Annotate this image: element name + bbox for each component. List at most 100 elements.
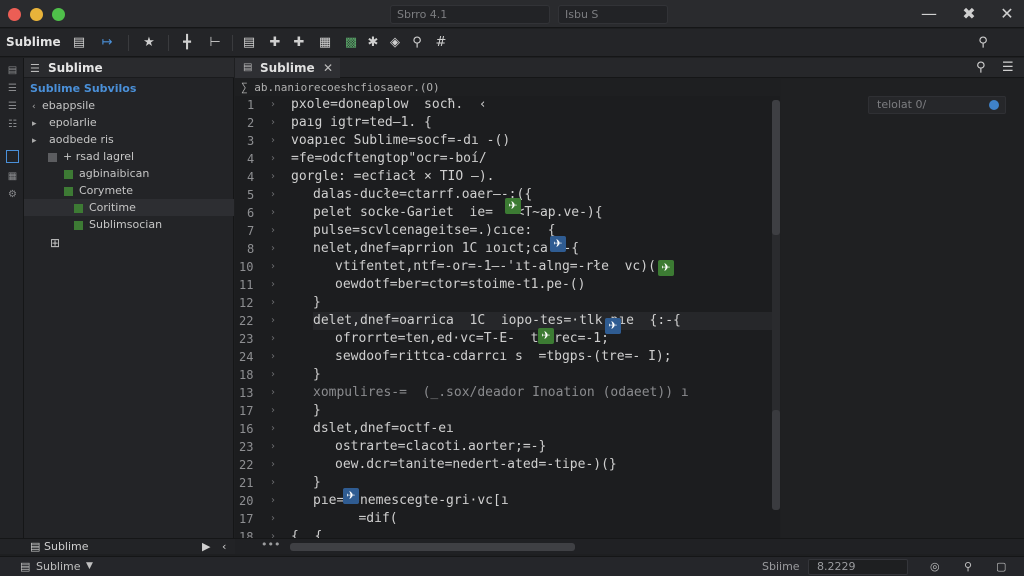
code-line[interactable]: paıg igtr=ted—1. { — [291, 114, 432, 132]
status-left-label[interactable]: Sublime — [36, 557, 81, 576]
close-window-button[interactable] — [8, 8, 21, 21]
add-folder-icon[interactable]: ⊞ — [50, 235, 260, 252]
code-line[interactable]: oew.dcr=tanite=nedert-ated=-tipe-)(} — [335, 456, 617, 474]
fold-marker-icon[interactable]: › — [271, 477, 275, 488]
tree-item[interactable]: ▸ aodbede ris — [32, 131, 242, 148]
close-tab-icon[interactable]: ✕ — [323, 58, 333, 78]
code-editor[interactable]: 1 2 3 4 4 5 6 7 8 10 11 12 22 23 24 18 13 17 16 23 22 21 20 17 1… — [235, 96, 780, 544]
code-line[interactable]: dslet,dnef=octf-eı — [313, 420, 454, 438]
fold-marker-icon[interactable]: › — [271, 315, 275, 326]
fold-marker-icon[interactable]: › — [271, 405, 275, 416]
fold-marker-icon[interactable]: › — [271, 459, 275, 470]
fold-marker-icon[interactable]: › — [271, 297, 275, 308]
tree-item[interactable]: ‹ ebappsile — [32, 97, 242, 114]
toolbar-search-icon[interactable]: ⚲ — [974, 34, 992, 52]
diamond-icon[interactable]: ◈ — [386, 34, 404, 52]
zoom-window-button[interactable] — [52, 8, 65, 21]
diff-marker-icon[interactable]: ✈ — [505, 198, 521, 214]
move-icon[interactable]: ✚ — [290, 34, 308, 52]
code-line[interactable]: =dif( — [335, 510, 397, 528]
title-search-field[interactable]: Sbrro 4.1 — [390, 5, 550, 24]
code-line[interactable]: ostrarte=clacoti.aorter;=-} — [335, 438, 546, 456]
fold-marker-icon[interactable]: › — [271, 387, 275, 398]
code-line[interactable]: =fe=odcftengtop"ocr=-boí/ — [291, 150, 487, 168]
bug-icon[interactable]: ✱ — [364, 34, 382, 52]
sidebar-section-title[interactable]: Sublime Subvilos — [30, 80, 240, 97]
code-line[interactable]: gorgle: =ecfiacł × TIO —). — [291, 168, 495, 186]
tree-item[interactable]: ▸ epolarlie — [32, 114, 242, 131]
minimize-window-button[interactable] — [30, 8, 43, 21]
status-field[interactable]: 8.2229 — [808, 559, 908, 575]
tree-item[interactable]: + rsad lagrel — [48, 148, 258, 165]
tag-icon[interactable]: ↦ — [98, 34, 116, 52]
code-line[interactable]: } — [313, 402, 321, 420]
play-icon[interactable]: ▶ — [202, 539, 210, 555]
diff-marker-icon[interactable]: ✈ — [538, 328, 554, 344]
plus-icon[interactable]: ✚ — [266, 34, 284, 52]
notification-icon[interactable]: ▢ — [996, 557, 1006, 576]
chevron-down-icon[interactable]: ▼ — [86, 557, 93, 576]
outline-icon[interactable]: ☰ — [6, 82, 19, 95]
code-line[interactable]: vtifentet,ntf=-or=-1—-'ıt-alng=-rłe vc)(… — [335, 258, 664, 276]
tree-item-selected[interactable]: Coritime — [24, 199, 234, 216]
calendar-icon[interactable]: ▦ — [316, 34, 334, 52]
code-line[interactable]: } — [313, 366, 321, 384]
fold-marker-icon[interactable]: › — [271, 261, 275, 272]
fold-marker-icon[interactable]: › — [271, 423, 275, 434]
status-dot-icon[interactable] — [989, 100, 999, 110]
code-line[interactable]: ofrorrte=ten,ed·vc=T-E- tterec=-1; — [335, 330, 609, 348]
fold-marker-icon[interactable]: › — [271, 207, 275, 218]
editor-search-icon[interactable]: ⚲ — [976, 60, 986, 75]
search-icon[interactable]: ⚲ — [964, 557, 972, 576]
fold-marker-icon[interactable]: › — [271, 171, 275, 182]
code-line[interactable]: oewdotf=ber=ctor=stoime-t1.pe-() — [335, 276, 585, 294]
fold-marker-icon[interactable]: › — [271, 189, 275, 200]
fold-marker-icon[interactable]: › — [271, 369, 275, 380]
chart-icon[interactable]: ▤ — [240, 34, 258, 52]
diff-marker-icon[interactable]: ✈ — [605, 318, 621, 334]
active-panel-icon[interactable] — [6, 150, 19, 163]
breadcrumb[interactable]: ∑ ab.naniorecoeshcfiosaeor.(O) — [235, 79, 775, 96]
search-icon[interactable]: ⚲ — [408, 34, 426, 52]
editor-menu-icon[interactable]: ☰ — [1002, 60, 1014, 75]
right-panel-field[interactable]: telolat 0/ — [868, 96, 1006, 114]
code-line[interactable]: sewdoof=rittca-cdarrcı s =tbgps-(tre=- I… — [335, 348, 672, 366]
code-line[interactable]: pxole=doneaplow socħ. ‹ — [291, 96, 487, 114]
tab-sublime[interactable]: ▤ Sublime ✕ — [235, 58, 340, 78]
files-icon[interactable]: ▤ — [6, 64, 19, 77]
fold-marker-icon[interactable]: › — [271, 225, 275, 236]
layout-icon[interactable]: ╋ — [178, 34, 196, 52]
code-line[interactable]: voapıec Sublime=socf=-dı -() — [291, 132, 510, 150]
fold-marker-icon[interactable]: › — [271, 441, 275, 452]
color-icon[interactable]: ▩ — [342, 34, 360, 52]
collapse-icon[interactable]: ‹ — [222, 539, 226, 555]
code-line[interactable]: pelet socke-Gariet ie= =<T~ap.ve-){ — [313, 204, 603, 222]
menu-icon[interactable]: ☰ — [30, 62, 40, 75]
code-line[interactable]: pulse=scvlcenageitse=.)cıce: { — [313, 222, 556, 240]
code-line[interactable]: } — [313, 474, 321, 492]
fold-marker-icon[interactable]: › — [271, 135, 275, 146]
fold-marker-icon[interactable]: › — [271, 99, 275, 110]
bottom-panel-label[interactable]: Sublime — [44, 539, 89, 555]
layers-icon[interactable]: ☷ — [6, 118, 19, 131]
fold-marker-icon[interactable]: › — [271, 513, 275, 524]
diff-marker-icon[interactable]: ✈ — [343, 488, 359, 504]
diff-marker-icon[interactable]: ✈ — [550, 236, 566, 252]
list-icon[interactable]: ☰ — [6, 100, 19, 113]
close-icon[interactable]: ✕ — [996, 4, 1018, 24]
settings-icon[interactable]: ⚙ — [6, 188, 19, 201]
split-icon[interactable]: ⊢ — [206, 34, 224, 52]
horizontal-scrollbar-thumb[interactable] — [290, 543, 575, 551]
fold-marker-icon[interactable]: › — [271, 117, 275, 128]
hash-icon[interactable]: # — [432, 34, 450, 52]
code-line[interactable]: } — [313, 294, 321, 312]
fold-marker-icon[interactable]: › — [271, 333, 275, 344]
maximize-icon[interactable]: ✖ — [958, 4, 980, 24]
fold-marker-icon[interactable]: › — [271, 351, 275, 362]
minimize-icon[interactable]: — — [918, 4, 940, 24]
fold-marker-icon[interactable]: › — [271, 279, 275, 290]
fold-marker-icon[interactable]: › — [271, 495, 275, 506]
sidebar-icon[interactable]: ▤ — [70, 34, 88, 52]
diff-marker-icon[interactable]: ✈ — [658, 260, 674, 276]
globe-icon[interactable]: ◎ — [930, 557, 940, 576]
